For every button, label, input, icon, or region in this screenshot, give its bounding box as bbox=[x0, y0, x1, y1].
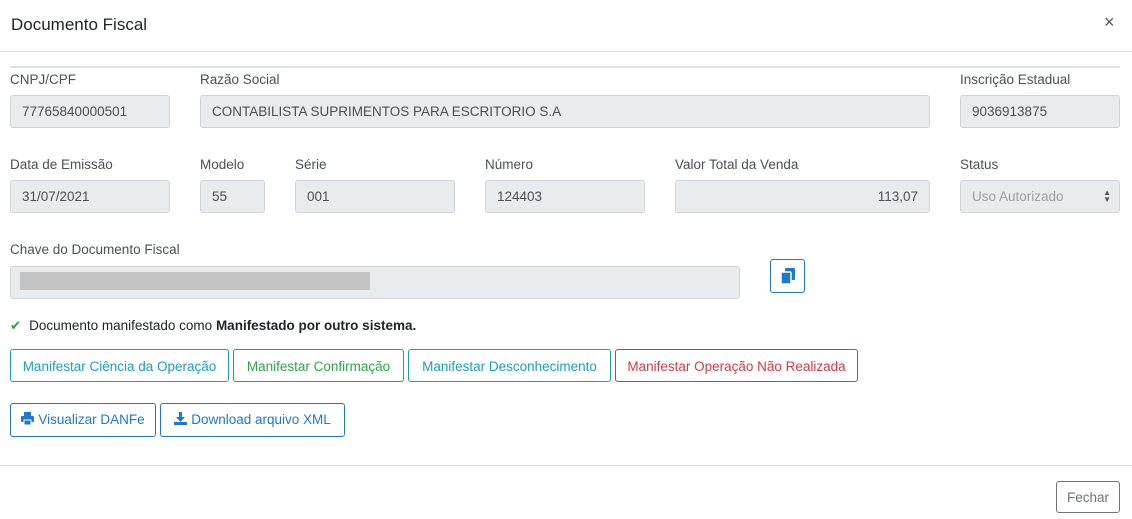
razao-social-label: Razão Social bbox=[200, 72, 280, 87]
copy-button[interactable] bbox=[770, 259, 805, 293]
status-select-value: Uso Autorizado bbox=[972, 189, 1064, 204]
visualizar-danfe-button[interactable]: Visualizar DANFe bbox=[10, 403, 156, 437]
chave-masked-value bbox=[20, 272, 370, 290]
serie-label: Série bbox=[295, 157, 327, 172]
razao-social-field[interactable]: CONTABILISTA SUPRIMENTOS PARA ESCRITORIO… bbox=[200, 95, 930, 128]
status-select[interactable]: Uso Autorizado ▲ ▼ bbox=[960, 180, 1120, 213]
status-label: Status bbox=[960, 157, 999, 172]
modal-header: Documento Fiscal × bbox=[0, 0, 1132, 52]
data-emissao-label: Data de Emissão bbox=[10, 157, 113, 172]
print-icon bbox=[21, 412, 35, 426]
numero-label: Número bbox=[485, 157, 534, 172]
visualizar-danfe-label: Visualizar DANFe bbox=[38, 412, 145, 427]
footer-divider bbox=[0, 465, 1132, 466]
cnpj-field[interactable]: 77765840000501 bbox=[10, 95, 170, 128]
fechar-button[interactable]: Fechar bbox=[1056, 481, 1120, 513]
valor-total-label: Valor Total da Venda bbox=[675, 157, 799, 172]
valor-total-field[interactable]: 113,07 bbox=[675, 180, 930, 213]
download-xml-button[interactable]: Download arquivo XML bbox=[160, 403, 345, 437]
manifest-desconhecimento-button[interactable]: Manifestar Desconhecimento bbox=[408, 349, 611, 382]
copy-icon bbox=[781, 268, 795, 284]
inscricao-estadual-label: Inscrição Estadual bbox=[960, 72, 1071, 87]
modelo-field[interactable]: 55 bbox=[200, 180, 265, 213]
sort-icon: ▲ ▼ bbox=[1103, 188, 1111, 204]
manifest-status-prefix: Documento manifestado como bbox=[29, 318, 213, 333]
manifest-status: ✔ Documento manifestado como Manifestado… bbox=[10, 318, 416, 334]
data-emissao-field[interactable]: 31/07/2021 bbox=[10, 180, 170, 213]
modelo-label: Modelo bbox=[200, 157, 245, 172]
serie-field[interactable]: 001 bbox=[295, 180, 455, 213]
cnpj-label: CNPJ/CPF bbox=[10, 72, 77, 87]
section-divider bbox=[10, 66, 1120, 68]
modal-title: Documento Fiscal bbox=[11, 15, 148, 34]
check-icon: ✔ bbox=[10, 318, 22, 333]
chave-field[interactable] bbox=[10, 266, 740, 299]
manifest-confirmacao-button[interactable]: Manifestar Confirmação bbox=[233, 349, 404, 382]
numero-field[interactable]: 124403 bbox=[485, 180, 645, 213]
download-icon bbox=[174, 412, 188, 426]
manifest-status-value: Manifestado por outro sistema. bbox=[215, 318, 417, 333]
close-icon[interactable]: × bbox=[1104, 12, 1115, 32]
manifest-nao-realizada-button[interactable]: Manifestar Operação Não Realizada bbox=[615, 349, 858, 382]
download-xml-label: Download arquivo XML bbox=[191, 412, 331, 427]
manifest-ciencia-button[interactable]: Manifestar Ciência da Operação bbox=[10, 349, 229, 382]
chave-label: Chave do Documento Fiscal bbox=[10, 242, 180, 257]
inscricao-estadual-field[interactable]: 9036913875 bbox=[960, 95, 1120, 128]
